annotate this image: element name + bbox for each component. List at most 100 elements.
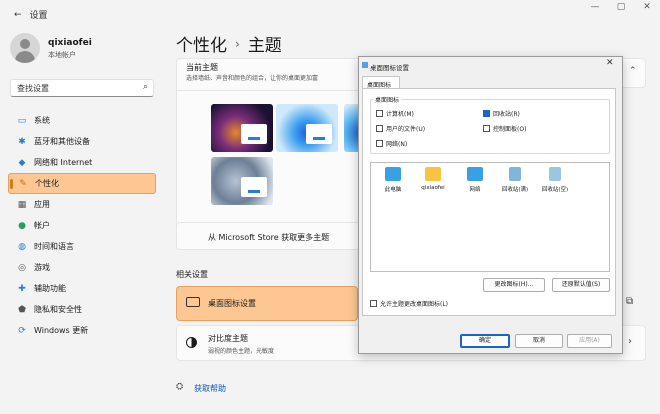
sidebar-item[interactable]: ◎ 游戏 <box>8 257 156 278</box>
sidebar-item-label: 应用 <box>34 200 50 209</box>
close-button[interactable]: ✕ <box>638 2 656 12</box>
dialog-title: 桌面图标设置 <box>370 64 409 72</box>
sidebar-item[interactable]: ✚ 辅助功能 <box>8 278 156 299</box>
checkbox-label: 允许主题更改桌面图标(L) <box>380 301 449 308</box>
checkbox-control-panel[interactable]: 控制面板(O) <box>483 124 526 133</box>
desktop-icon-settings-row[interactable] <box>176 286 358 321</box>
ok-button[interactable]: 确定 <box>460 334 510 348</box>
search-icon[interactable]: ⌕ <box>143 82 148 92</box>
wifi-icon: ◆ <box>18 157 26 168</box>
sidebar-item-label: Windows 更新 <box>34 326 89 335</box>
checkbox-box[interactable] <box>376 140 383 147</box>
breadcrumb: 个性化 › 主题 <box>176 31 282 56</box>
restore-default-button[interactable]: 还原默认值(S) <box>552 278 610 292</box>
avatar[interactable] <box>10 33 40 63</box>
current-theme-title: 当前主题 <box>186 63 218 72</box>
gamepad-icon: ◎ <box>18 262 26 273</box>
sidebar-item-label: 隐私和安全性 <box>34 305 82 314</box>
sidebar-item[interactable]: ⟳ Windows 更新 <box>8 320 156 341</box>
checkbox-recycle-bin[interactable]: 回收站(R) <box>483 109 520 118</box>
update-icon: ⟳ <box>18 325 26 336</box>
monitor-icon: ▭ <box>17 115 27 126</box>
checkbox-box[interactable] <box>483 110 490 117</box>
sidebar-item[interactable]: ▦ 应用 <box>8 194 156 215</box>
sidebar-item-label: 时间和语言 <box>34 242 74 251</box>
sidebar-item-label: 游戏 <box>34 263 50 272</box>
sidebar-item-label: 蓝牙和其他设备 <box>34 137 90 146</box>
recycle-full-icon-item[interactable]: 回收站(满) <box>495 167 535 193</box>
network-icon-item[interactable]: 网络 <box>455 167 495 193</box>
checkbox-label: 控制面板(O) <box>493 126 527 133</box>
help-icon: ⛭ <box>176 382 184 392</box>
group-label: 桌面图标 <box>373 95 402 104</box>
breadcrumb-separator-icon: › <box>235 36 240 51</box>
cancel-button[interactable]: 取消 <box>515 334 563 348</box>
checkbox-label: 网络(N) <box>386 141 408 148</box>
app-title: 设置 <box>29 11 48 21</box>
pen-icon: ✎ <box>19 178 27 189</box>
bluetooth-icon: ✱ <box>18 136 26 147</box>
get-help-link[interactable]: 获取帮助 <box>194 383 226 394</box>
computer-icon-item[interactable]: 此电脑 <box>373 167 413 193</box>
checkbox-computer[interactable]: 计算机(M) <box>376 109 414 118</box>
sidebar-item-label: 帐户 <box>34 221 50 230</box>
checkbox-box[interactable] <box>483 125 490 132</box>
user-account-type: 本地帐户 <box>48 51 76 59</box>
chevron-up-icon[interactable]: ⌃ <box>629 66 637 76</box>
external-link-icon: ⧉ <box>626 296 634 307</box>
sidebar-nav: ▭ 系统 ✱ 蓝牙和其他设备 ◆ 网络和 Internet ✎ 个性化 ▦ 应用 ● 帐户 ◍ 时间和语言… <box>8 110 156 341</box>
dialog-close-button[interactable]: ✕ <box>606 58 614 68</box>
checkbox-box[interactable] <box>376 110 383 117</box>
related-settings-heading: 相关设置 <box>176 270 208 279</box>
apply-button[interactable]: 应用(A) <box>567 334 612 348</box>
title-bar: ← 设置 <box>14 8 48 22</box>
folder-icon-item[interactable]: qixiaofei <box>413 167 453 191</box>
sidebar-item[interactable]: ✱ 蓝牙和其他设备 <box>8 131 156 152</box>
breadcrumb-parent[interactable]: 个性化 <box>176 31 227 56</box>
dialog-app-icon <box>362 62 368 68</box>
checkbox-network[interactable]: 网络(N) <box>376 139 407 148</box>
sidebar-item-label: 系统 <box>34 116 50 125</box>
checkbox-allow-themes[interactable]: 允许主题更改桌面图标(L) <box>370 299 448 308</box>
search-placeholder: 查找设置 <box>17 84 49 93</box>
sidebar-item[interactable]: ⬟ 隐私和安全性 <box>8 299 156 320</box>
theme-thumbnail[interactable] <box>276 104 338 152</box>
contrast-themes-subtitle: 弱视的颜色主题，光敏度 <box>208 348 275 355</box>
checkbox-user-files[interactable]: 用户的文件(U) <box>376 124 425 133</box>
recycle-empty-icon-item[interactable]: 回收站(空) <box>535 167 575 193</box>
change-icon-button[interactable]: 更改图标(H)... <box>483 278 545 292</box>
back-icon[interactable]: ← <box>14 10 22 20</box>
store-themes-label: 从 Microsoft Store 获取更多主题 <box>208 233 330 242</box>
sidebar-item[interactable]: ◆ 网络和 Internet <box>8 152 156 173</box>
contrast-themes-title: 对比度主题 <box>208 334 248 343</box>
sidebar-item-label: 网络和 Internet <box>34 158 93 167</box>
globe-icon: ◍ <box>18 241 26 252</box>
contrast-icon <box>186 337 197 348</box>
desktop-icons-list: 此电脑 qixiaofei 网络 回收站(满) 回收站(空) <box>370 162 610 272</box>
accessibility-icon: ✚ <box>18 283 26 294</box>
apps-icon: ▦ <box>17 199 27 210</box>
checkbox-box[interactable] <box>376 125 383 132</box>
sidebar-item[interactable]: ✎ 个性化 <box>8 173 156 194</box>
search-input[interactable]: 查找设置 ⌕ <box>10 79 154 97</box>
checkbox-box[interactable] <box>370 300 377 307</box>
checkbox-label: 计算机(M) <box>386 111 414 118</box>
chevron-right-icon: › <box>628 336 632 347</box>
sidebar-item[interactable]: ◍ 时间和语言 <box>8 236 156 257</box>
sidebar-item[interactable]: ● 帐户 <box>8 215 156 236</box>
minimize-button[interactable]: — <box>586 2 604 12</box>
sidebar-item[interactable]: ▭ 系统 <box>8 110 156 131</box>
sidebar-item-label: 个性化 <box>35 179 59 188</box>
shield-icon: ⬟ <box>18 304 26 315</box>
user-name: qixiaofei <box>48 38 92 48</box>
maximize-button[interactable]: ▢ <box>612 2 630 12</box>
checkbox-label: 回收站(R) <box>493 111 520 118</box>
theme-thumbnail[interactable] <box>211 104 273 152</box>
theme-thumbnail[interactable] <box>211 157 273 205</box>
checkbox-label: 用户的文件(U) <box>386 126 426 133</box>
desktop-icon <box>186 297 200 307</box>
page-title: 主题 <box>247 36 282 56</box>
desktop-icon-settings-label: 桌面图标设置 <box>208 299 256 308</box>
divider <box>177 90 367 91</box>
current-theme-subtitle: 选择墙纸、声音和颜色的组合，让你的桌面更加富 <box>186 75 319 82</box>
